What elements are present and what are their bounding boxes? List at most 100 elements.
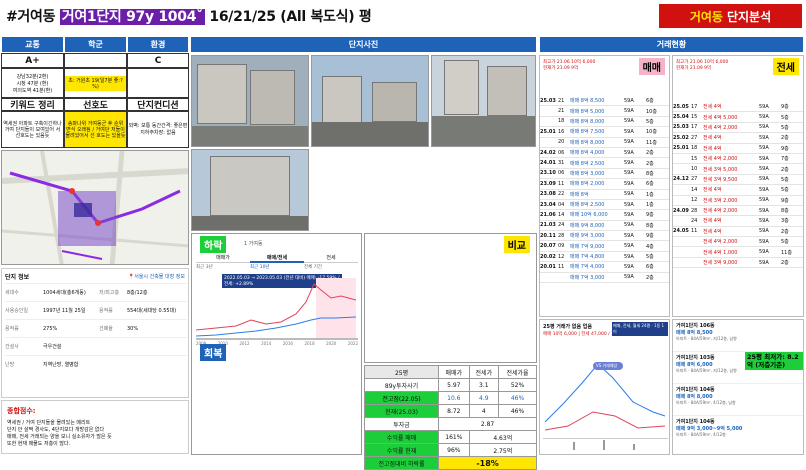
trade-day: 21 xyxy=(558,108,565,115)
list-item[interactable]: 24.12 27 전세 3억 9,500 59A 5층 xyxy=(673,175,803,186)
list-item[interactable]: 23.04 04 매매 8억 2,500 59A 1층 xyxy=(540,200,669,211)
trade-floor: 10층 xyxy=(646,108,657,115)
list-item[interactable]: 25.01 16 매매 8억 7,500 59A 10층 xyxy=(540,127,669,138)
trade-type: 59A xyxy=(759,155,769,162)
info-val: 1004세대(총6개동) xyxy=(43,290,86,296)
list-item[interactable]: 25.04 15 전세 4억 5,000 59A 5층 xyxy=(673,112,803,123)
list-item[interactable]: 23.10 06 매매 8억 3,000 59A 8층 xyxy=(540,169,669,180)
list-item[interactable]: 25.03 17 전세 4억 2,000 59A 5층 xyxy=(673,123,803,134)
list-item[interactable]: 24.05 11 전세 4억 59A 2층 xyxy=(673,227,803,238)
trade-month: 25.03 xyxy=(540,97,556,104)
info-row: 건설사 극우건설 xyxy=(5,337,187,355)
trade-floor: 8층 xyxy=(781,208,789,215)
trade-day: 20 xyxy=(558,139,565,146)
trade-price: 매매 8억 8,000 xyxy=(570,118,605,125)
list-item[interactable]: 전세 4억 1,000 59A 11층 xyxy=(673,247,803,258)
trade-floor: 3층 xyxy=(781,218,789,225)
list-item[interactable]: 21.03 24 매매 9억 8,000 59A 8층 xyxy=(540,221,669,232)
transport-line: 강남32분(2환) xyxy=(16,73,49,80)
info-val: 8층/12층 xyxy=(127,290,148,296)
school-note: 초: 거원초 19(일7분 좋:?%) xyxy=(65,75,126,91)
trade-day: 24 xyxy=(691,217,698,224)
tab-sale-jeonse[interactable]: 매매/전세 xyxy=(250,254,304,263)
info-link[interactable]: 📍서울시 건축물 대장 정보 xyxy=(128,273,185,280)
trade-month: 20.07 xyxy=(540,243,556,250)
list-item[interactable]: 10 전세 3억 5,000 59A 2층 xyxy=(673,164,803,175)
tab-jeonse[interactable]: 전세 xyxy=(304,254,358,263)
listing-price: 매매 8억 8,500 xyxy=(676,330,713,336)
trade-floor: 5층 xyxy=(646,118,654,125)
list-item[interactable]: 전세 4억 2,000 59A 5층 xyxy=(673,237,803,248)
col-header-env: 환경 xyxy=(127,36,189,53)
list-item[interactable]: 전세 3억 9,000 59A 2층 xyxy=(673,258,803,269)
trade-day: 15 xyxy=(691,114,698,121)
trade-floor: 8층 xyxy=(646,170,654,177)
photo-2[interactable] xyxy=(311,55,429,147)
list-item[interactable]: 15 전세 4억 2,000 59A 7층 xyxy=(673,154,803,165)
listing-item[interactable]: 거여1단지 104동 매매 8억 8,000 아파트 · 84A/59m², 4… xyxy=(673,384,803,416)
trade-price: 매매 7억 4,800 xyxy=(570,254,605,261)
list-item[interactable]: 21.06 14 매매 10억 6,000 59A 9층 xyxy=(540,210,669,221)
info-val: 1997년 11월 25일 xyxy=(43,308,86,314)
trade-type: 59A xyxy=(624,139,634,146)
trade-price: 매매 8억 8,000 xyxy=(570,139,605,146)
list-item[interactable]: 24 전세 4억 59A 3층 xyxy=(673,216,803,227)
list-item[interactable]: 25.05 17 전세 4억 59A 9층 xyxy=(673,102,803,113)
info-panel: 단지 정보 📍서울시 건축물 대장 정보 세대수 1004세대(총6개동) 저/최고… xyxy=(1,268,189,398)
trade-day: 21 xyxy=(558,97,565,104)
trade-price: 전세 3억 9,500 xyxy=(703,176,738,183)
list-item[interactable]: 20.02 12 매매 7억 4,800 59A 5층 xyxy=(540,252,669,263)
table-cell: 46% xyxy=(498,404,537,418)
compare-label: 비교 xyxy=(503,236,530,253)
listing-item[interactable]: 거여1단지 106동 매매 8억 8,500 아파트 · 84A/59m², 저… xyxy=(673,320,803,352)
info-val: 지역난방, 열병합 xyxy=(43,362,79,368)
photo-3[interactable] xyxy=(431,55,536,147)
jeonse-summary: 최고가 21.06 10억 6,000 현재가 21.09 9억 xyxy=(676,60,728,72)
trade-floor: 9층 xyxy=(646,233,654,240)
info-key: 저/최고층 xyxy=(99,290,120,296)
trade-floor: 6층 xyxy=(646,181,654,188)
period-all[interactable]: 전체 기간 xyxy=(304,264,358,270)
list-item[interactable]: 24.02 06 매매 8억 4,000 59A 2층 xyxy=(540,148,669,159)
photo-4[interactable] xyxy=(191,149,309,231)
listing-item[interactable]: 거여1단지 104동 매매 9억 3,000~9억 5,000 아파트 · 84… xyxy=(673,416,803,448)
trade-day: 14 xyxy=(691,186,698,193)
list-item[interactable]: 24.09 28 전세 4억 2,000 59A 8층 xyxy=(673,206,803,217)
transport-detail: 강남32분(2환) 시청 47분 (환) 여의도역 41분(환) xyxy=(1,68,64,98)
trade-type: 59A xyxy=(624,222,634,229)
trade-type: 59A xyxy=(624,243,634,250)
listing-title: 거여1단지 104동 xyxy=(676,387,715,393)
list-item[interactable]: 23.08 22 매매 8억 59A 1층 xyxy=(540,190,669,200)
period-10y[interactable]: 최근 10년 xyxy=(250,264,304,270)
trade-floor: 5층 xyxy=(781,187,789,194)
list-item[interactable]: 20 매매 8억 8,000 59A 11층 xyxy=(540,138,669,148)
brand-banner: 거여동 단지분석 xyxy=(659,4,802,28)
listing-title: 거여1단지 104동 xyxy=(676,419,715,425)
list-item[interactable]: 14 전세 4억 59A 5층 xyxy=(673,185,803,196)
grade-env: C xyxy=(127,53,189,68)
list-item[interactable]: 21 매매 8억 5,000 59A 10층 xyxy=(540,106,669,117)
list-item[interactable]: 20.01 11 매매 7억 4,000 59A 6층 xyxy=(540,262,669,273)
tab-sale-price[interactable]: 매매가 xyxy=(196,254,250,263)
x-tick: 2016 xyxy=(282,341,293,346)
list-item[interactable]: 25.02 27 전세 4억 59A 2층 xyxy=(673,133,803,144)
trade-day: 16 xyxy=(558,128,565,135)
list-item[interactable]: 25.01 18 전세 4억 59A 9층 xyxy=(673,144,803,154)
period-3y[interactable]: 최근 3년 xyxy=(196,264,250,270)
photo-1[interactable] xyxy=(191,55,309,147)
list-item[interactable]: 23.09 11 매매 8억 2,000 59A 6층 xyxy=(540,179,669,190)
trade-price: 매매 7억 4,000 xyxy=(570,264,605,271)
trade-price: 전세 4억 2,000 xyxy=(703,239,738,246)
list-item[interactable]: 매매 7억 3,000 59A 2층 xyxy=(540,273,669,284)
trade-floor: 9층 xyxy=(781,104,789,111)
list-item[interactable]: 20.11 28 매매 9억 3,000 59A 9층 xyxy=(540,231,669,242)
trade-floor: 2층 xyxy=(781,228,789,235)
list-item[interactable]: 24.01 31 매매 8억 2,500 59A 2층 xyxy=(540,158,669,169)
table-cell: 현재(25.03) xyxy=(363,404,440,418)
location-map[interactable] xyxy=(1,150,189,265)
trade-month: 25.01 xyxy=(540,128,556,135)
list-item[interactable]: 20.07 09 매매 7억 9,000 59A 4층 xyxy=(540,241,669,252)
list-item[interactable]: 12 전세 3억 2,000 59A 9층 xyxy=(673,196,803,206)
list-item[interactable]: 25.03 21 매매 8억 8,500 59A 6층 xyxy=(540,96,669,107)
list-item[interactable]: 18 매매 8억 8,000 59A 5층 xyxy=(540,117,669,128)
